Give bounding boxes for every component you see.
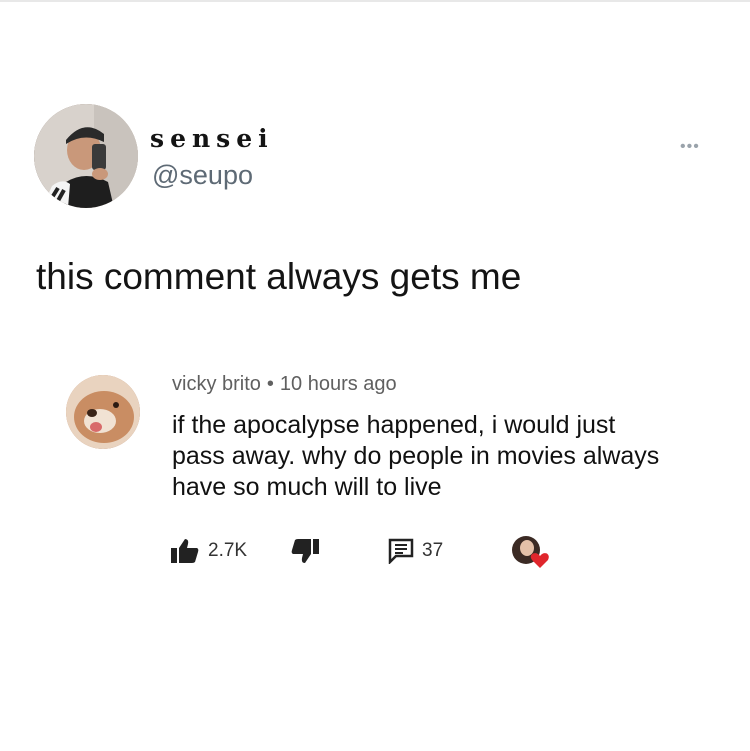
top-divider [0,0,750,2]
thumbs-down-icon [291,539,319,563]
commenter-avatar[interactable] [66,375,140,449]
creator-heart-icon [512,536,549,568]
reply-icon [388,538,414,564]
comment-line: if the apocalypse happened, i would just [172,411,616,439]
display-name[interactable]: sensei [150,124,274,153]
comment-line: have so much will to live [172,473,442,501]
comment-meta: vicky brito • 10 hours ago [172,373,397,396]
like-count: 2.7K [208,540,248,561]
reply-button[interactable]: 37 [388,538,443,564]
profile-photo [34,104,138,208]
like-button[interactable]: 2.7K [170,538,247,564]
more-options-icon[interactable]: ••• [680,138,700,156]
creator-heart[interactable] [510,534,550,570]
profile-avatar[interactable] [34,104,138,208]
meta-separator: • [266,373,274,395]
comment-line: pass away. why do people in movies alway… [172,442,660,470]
user-handle[interactable]: @seupo [152,160,253,191]
reply-count: 37 [422,540,444,561]
comment-author[interactable]: vicky brito [172,373,261,395]
dislike-button[interactable] [290,538,320,564]
comment-text: if the apocalypse happened, i would just… [172,410,712,503]
dog-photo [66,375,140,449]
tweet-text: this comment always gets me [36,256,522,297]
comment-time[interactable]: 10 hours ago [280,373,397,395]
thumbs-up-icon [171,539,199,563]
